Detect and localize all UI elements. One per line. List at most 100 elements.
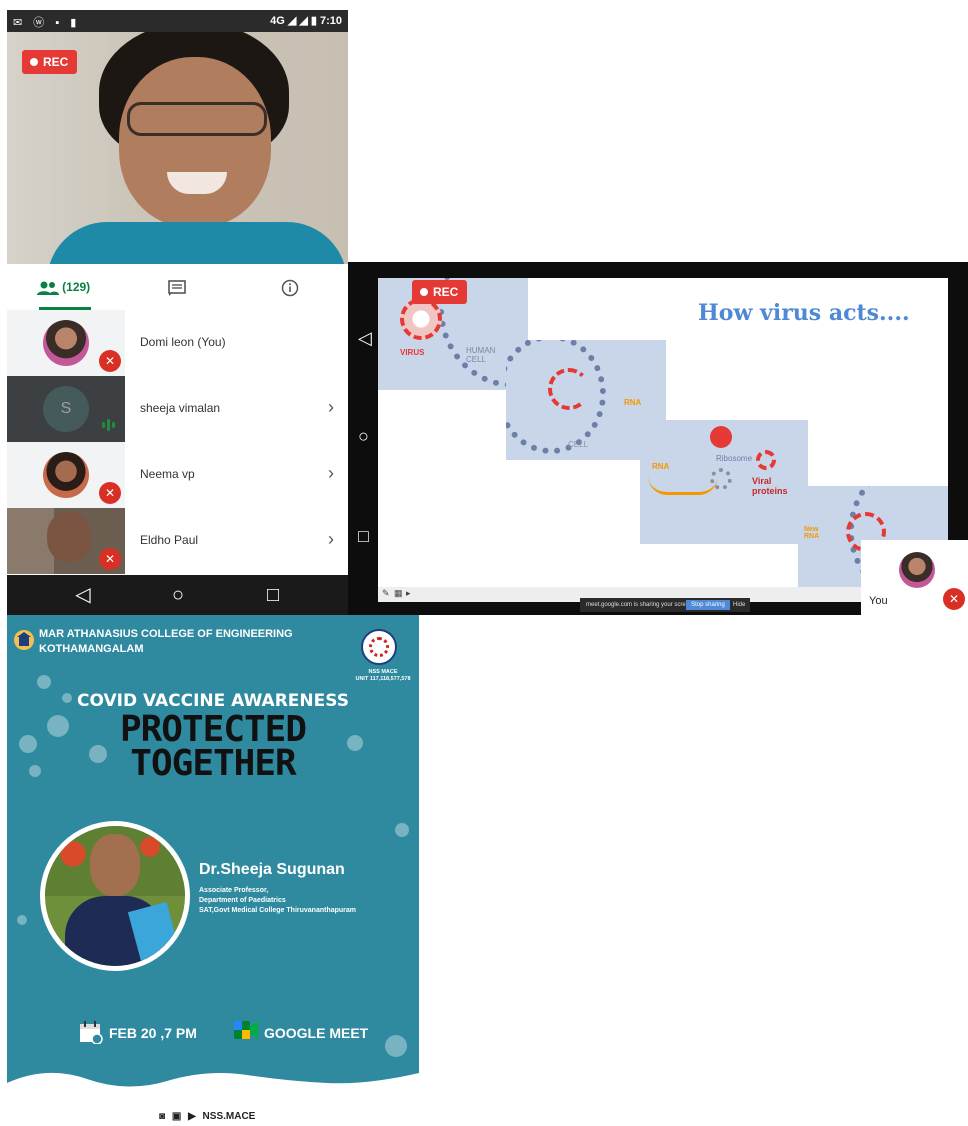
- label-human-cell: HUMAN CELL: [466, 346, 496, 364]
- mic-off-icon: ✕: [943, 588, 965, 610]
- label-ribosome: Ribosome: [716, 454, 753, 463]
- speaker-info: Associate Professor, Department of Paedi…: [199, 886, 356, 916]
- participant-row[interactable]: ✕ Domi leon (You): [7, 310, 348, 376]
- video-person-face: [47, 512, 91, 562]
- video-person-shirt: [47, 222, 347, 264]
- speaker-institution: SAT,Govt Medical College Thiruvananthapu…: [199, 907, 357, 914]
- back-icon[interactable]: ◁: [53, 575, 113, 615]
- chevron-right-icon[interactable]: ›: [328, 397, 334, 418]
- android-nav-bar: ◁ ○ □: [7, 575, 348, 615]
- status-notification-icons: ✉ ⓦ ▪ ▮: [13, 17, 81, 29]
- people-count: (129): [62, 280, 91, 294]
- speaker-photo: [40, 821, 190, 971]
- speaking-indicator-icon: [102, 419, 115, 431]
- participant-row[interactable]: ✕ Neema vp ›: [7, 442, 348, 508]
- speaker-photo-image: [45, 826, 185, 966]
- participant-name: Neema vp: [140, 467, 195, 481]
- next-slide-icon[interactable]: ▸: [406, 588, 411, 599]
- pen-icon[interactable]: ✎: [382, 588, 390, 599]
- nss-wheel-icon: [369, 637, 389, 657]
- tab-info[interactable]: [233, 264, 346, 310]
- tab-chat[interactable]: [120, 264, 233, 310]
- stop-sharing-button[interactable]: Stop sharing: [686, 600, 730, 610]
- recording-label: REC: [43, 55, 69, 69]
- participant-thumb: ✕: [7, 508, 125, 574]
- event-date: FEB 20 ,7 PM: [109, 1025, 197, 1041]
- poster-subtitle: COVID VACCINE AWARENESS: [77, 691, 349, 711]
- avatar: [43, 320, 89, 366]
- poster-title-line2: TOGETHER: [130, 743, 296, 784]
- virus-particle-shape: [710, 426, 732, 448]
- college-name: MAR ATHANASIUS COLLEGE OF ENGINEERING KO…: [39, 627, 293, 657]
- recents-icon[interactable]: □: [243, 575, 303, 615]
- label-rna2: RNA: [652, 462, 670, 471]
- status-clock: 4G ◢ ◢ ▮ 7:10: [270, 15, 342, 27]
- label-cell: CELL: [568, 440, 589, 449]
- self-view-tile[interactable]: You ✕: [861, 540, 968, 615]
- avatar-initial: S: [43, 386, 89, 432]
- participant-row[interactable]: ✕ Eldho Paul ›: [7, 508, 348, 574]
- facebook-icon: ▣: [171, 1111, 182, 1122]
- mic-off-icon: ✕: [99, 350, 121, 372]
- decor-bubble: [17, 915, 27, 925]
- virus-shape: [548, 368, 590, 410]
- speaker-department: Department of Paediatrics: [199, 897, 286, 904]
- speaker-name: Dr.Sheeja Sugunan: [199, 861, 345, 878]
- back-icon[interactable]: ◁: [358, 328, 372, 349]
- home-icon[interactable]: ○: [148, 575, 208, 615]
- home-icon[interactable]: ○: [358, 426, 369, 447]
- social-handle: NSS.MACE: [202, 1111, 256, 1122]
- decor-bubble: [37, 675, 51, 689]
- slide-image-protein-synthesis: Ribosome RNA Viral proteins: [640, 420, 808, 544]
- poster-title-line1: PROTECTED: [119, 709, 307, 750]
- nss-units: UNIT 117,118,577,578: [355, 676, 411, 682]
- college-logo-icon: [14, 630, 34, 650]
- speaker-face: [90, 834, 140, 896]
- college-name-line1: MAR ATHANASIUS COLLEGE OF ENGINEERING: [39, 628, 293, 640]
- participant-thumb: S: [7, 376, 125, 442]
- nss-emblem-icon: [361, 629, 397, 665]
- virus-shape: [400, 298, 442, 340]
- record-dot-icon: [30, 57, 38, 66]
- instagram-icon: ◙: [159, 1111, 166, 1122]
- screen-share-bar: meet.google.com is sharing your screen. …: [580, 598, 750, 612]
- mic-off-icon: ✕: [99, 548, 121, 570]
- nss-label: NSS MACE UNIT 117,118,577,578: [347, 669, 419, 683]
- speaker-video-feed[interactable]: REC: [7, 32, 348, 264]
- participant-thumb: ✕: [7, 310, 125, 376]
- recording-label: REC: [433, 285, 459, 299]
- chevron-right-icon[interactable]: ›: [328, 529, 334, 550]
- label-virus: VIRUS: [400, 348, 425, 357]
- participant-name: Eldho Paul: [140, 533, 199, 547]
- avatar: [899, 552, 935, 588]
- mic-off-icon: ✕: [99, 482, 121, 504]
- rna-strand-shape: [648, 476, 718, 495]
- people-icon: [36, 281, 59, 295]
- participant-row[interactable]: S sheeja vimalan ›: [7, 376, 348, 442]
- virus-shape: [756, 450, 776, 470]
- decor-bubble: [385, 1035, 407, 1057]
- chat-icon: [167, 280, 186, 296]
- self-label: You: [869, 595, 888, 607]
- label-rna: RNA: [624, 398, 642, 407]
- avatar: [43, 452, 89, 498]
- hide-button[interactable]: Hide: [733, 598, 745, 612]
- participant-name: Domi leon (You): [140, 335, 226, 349]
- poster-title: PROTECTED TOGETHER: [7, 709, 419, 784]
- google-meet-icon: [234, 1021, 258, 1039]
- presentation-screen: ◁ ○ □ VIRUS HUMAN CELL RNA CELL Ribosome…: [348, 262, 968, 615]
- video-person-face: [119, 57, 271, 227]
- event-platform: GOOGLE MEET: [264, 1025, 369, 1041]
- tab-people[interactable]: (129): [7, 264, 120, 310]
- slides-grid-icon[interactable]: ▦: [394, 588, 403, 599]
- event-poster: MAR ATHANASIUS COLLEGE OF ENGINEERING KO…: [7, 615, 419, 1126]
- video-person-glasses: [127, 102, 267, 136]
- record-dot-icon: [420, 287, 428, 296]
- decor-bubble: [395, 823, 409, 837]
- info-icon: [281, 279, 298, 297]
- chevron-right-icon[interactable]: ›: [328, 463, 334, 484]
- label-new-rna: New RNA: [804, 526, 820, 540]
- recents-icon[interactable]: □: [358, 526, 369, 547]
- status-bar: ✉ ⓦ ▪ ▮ 4G ◢ ◢ ▮ 7:10: [7, 10, 348, 32]
- recording-badge: REC: [22, 50, 78, 74]
